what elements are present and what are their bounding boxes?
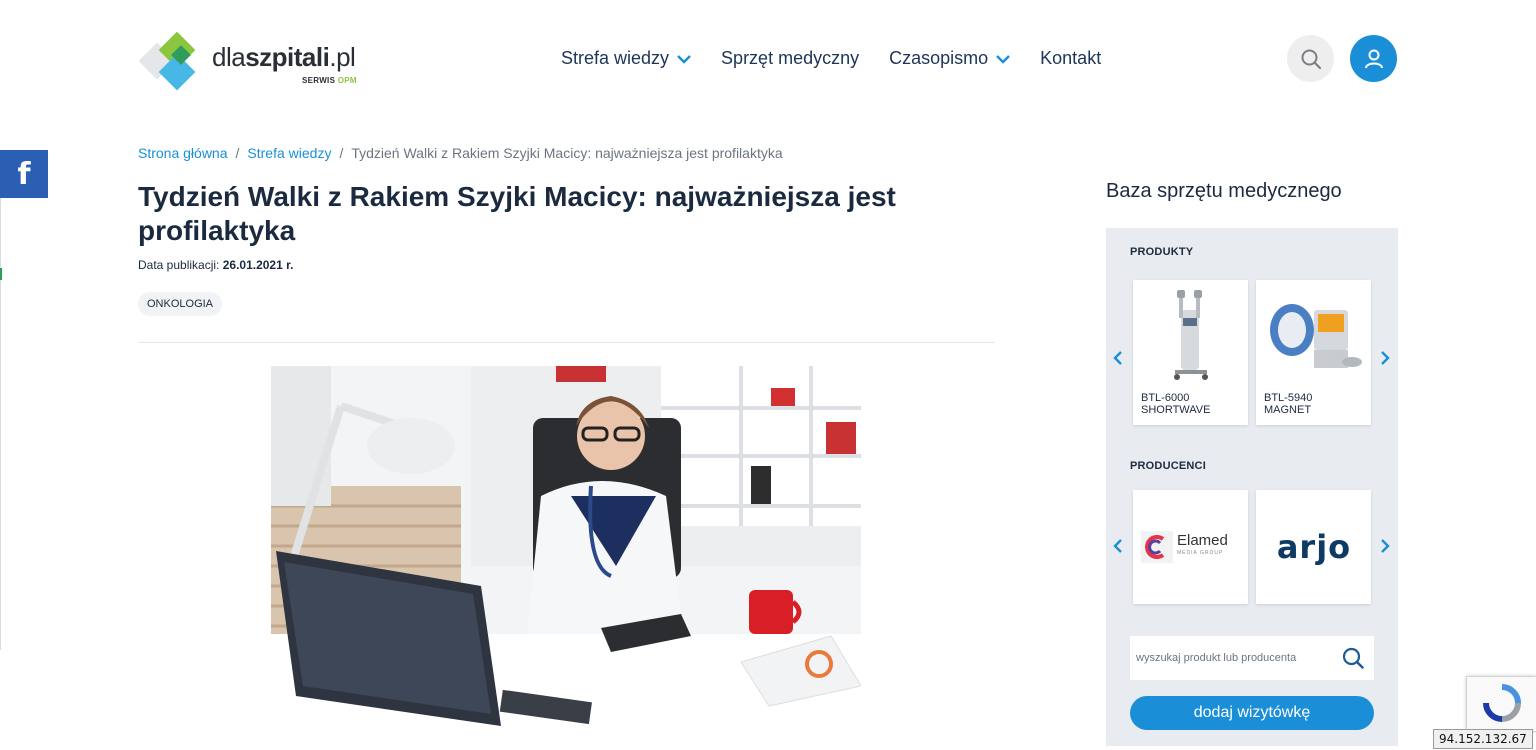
breadcrumb: Strona główna / Strefa wiedzy / Tydzień …: [138, 145, 783, 161]
equipment-database-panel: PRODUKTY BTL-6000 SHORTWAVE BTL-5940 MAGNE…: [1106, 228, 1398, 746]
product-name: BTL-5940 MAGNET: [1264, 392, 1313, 416]
user-account-button[interactable]: [1350, 35, 1397, 82]
site-logo[interactable]: dlaszpitali.pl SERWIS OPM: [138, 31, 370, 91]
side-divider: [0, 198, 1, 650]
nav-label: Czasopismo: [889, 48, 989, 68]
elamed-logo-sub: MEDIA GROUP: [1177, 550, 1224, 556]
nav-label: Strefa wiedzy: [561, 48, 670, 68]
add-business-card-button[interactable]: dodaj wizytówkę: [1130, 696, 1374, 730]
doctor-photo-illustration: [271, 366, 861, 750]
product-card[interactable]: BTL-5940 MAGNET: [1256, 280, 1371, 425]
producer-card-arjo[interactable]: arjo: [1256, 490, 1371, 604]
chevron-right-icon: [1381, 351, 1390, 365]
search-icon: [1301, 49, 1321, 69]
recaptcha-badge[interactable]: [1466, 676, 1536, 732]
product-card[interactable]: BTL-6000 SHORTWAVE: [1133, 280, 1248, 425]
site-header: dlaszpitali.pl SERWIS OPM Strefa wiedzy …: [0, 0, 1536, 118]
publication-date: Data publikacji: 26.01.2021 r.: [138, 258, 293, 272]
arjo-logo: arjo: [1276, 528, 1352, 566]
producers-label: PRODUCENCI: [1130, 460, 1206, 472]
pub-date-value: 26.01.2021 r.: [222, 258, 294, 272]
product-search-input[interactable]: [1136, 652, 1336, 664]
elamed-logo-icon: [1141, 531, 1173, 563]
logo-mark-icon: [138, 31, 206, 91]
breadcrumb-separator: /: [339, 145, 344, 161]
breadcrumb-separator: /: [235, 145, 240, 161]
nav-sprzet-medyczny[interactable]: Sprzęt medyczny: [721, 48, 859, 69]
main-nav: Strefa wiedzy Sprzęt medyczny Czasopismo…: [561, 48, 1101, 69]
header-search-button[interactable]: [1287, 35, 1334, 82]
elamed-logo-name: Elamed: [1177, 532, 1228, 549]
nav-kontakt[interactable]: Kontakt: [1040, 48, 1101, 69]
nav-label: Kontakt: [1040, 48, 1102, 68]
facebook-share-button[interactable]: f: [0, 150, 48, 198]
nav-strefa-wiedzy[interactable]: Strefa wiedzy: [561, 48, 691, 69]
btl-6000-device-image: [1174, 290, 1208, 380]
breadcrumb-section[interactable]: Strefa wiedzy: [247, 145, 331, 161]
product-search-box: [1130, 636, 1374, 680]
search-icon[interactable]: [1342, 647, 1364, 669]
recaptcha-icon: [1483, 684, 1521, 722]
chevron-down-icon: [677, 54, 691, 64]
nav-czasopismo[interactable]: Czasopismo: [889, 48, 1011, 69]
page-title: Tydzień Walki z Rakiem Szyjki Macicy: na…: [138, 181, 896, 246]
user-icon: [1364, 49, 1383, 68]
logo-subtitle: SERWIS OPM: [302, 76, 357, 85]
products-label: PRODUKTY: [1130, 246, 1194, 258]
products-next-button[interactable]: [1378, 349, 1392, 367]
header-divider: [138, 342, 995, 343]
producer-card-elamed[interactable]: Elamed MEDIA GROUP: [1133, 490, 1248, 604]
facebook-icon: f: [17, 156, 31, 192]
chevron-right-icon: [1381, 539, 1390, 553]
product-name: BTL-6000 SHORTWAVE: [1141, 392, 1211, 416]
pub-label: Data publikacji:: [138, 258, 223, 272]
ip-address-badge: 94.152.132.67: [1433, 729, 1533, 749]
chevron-left-icon: [1113, 539, 1122, 553]
chevron-down-icon: [996, 54, 1011, 64]
producers-next-button[interactable]: [1378, 537, 1392, 555]
breadcrumb-home[interactable]: Strona główna: [138, 145, 228, 161]
elamed-logo: Elamed MEDIA GROUP: [1141, 530, 1241, 564]
sidebar-title: Baza sprzętu medycznego: [1106, 180, 1342, 202]
article-hero-image: [271, 366, 861, 750]
side-marker: [0, 268, 2, 280]
products-prev-button[interactable]: [1111, 349, 1125, 367]
btl-5940-device-image: [1270, 304, 1362, 368]
producers-prev-button[interactable]: [1111, 537, 1125, 555]
category-tag[interactable]: ONKOLOGIA: [138, 292, 223, 316]
nav-label: Sprzęt medyczny: [721, 48, 860, 68]
chevron-left-icon: [1113, 351, 1122, 365]
logo-text: dlaszpitali.pl: [212, 42, 356, 72]
breadcrumb-current: Tydzień Walki z Rakiem Szyjki Macicy: na…: [351, 145, 783, 161]
